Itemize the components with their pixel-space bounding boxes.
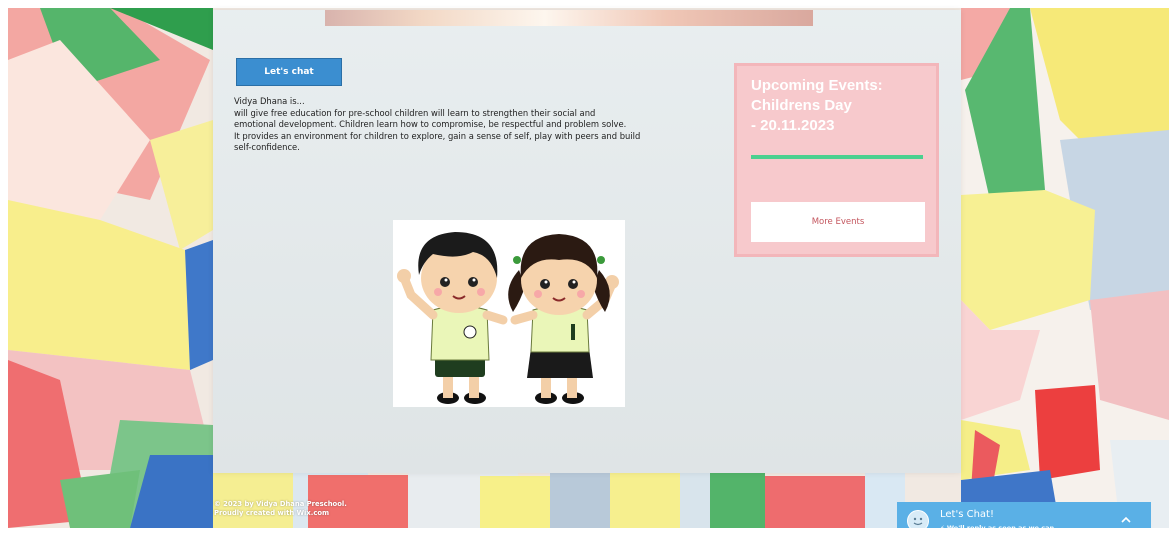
- hero-image-strip: [325, 10, 813, 26]
- footer-wix-credit[interactable]: Proudly created with Wix.com: [214, 509, 347, 518]
- screenshot-border-bottom: [0, 528, 1169, 540]
- content-panel: Let's chat Vidya Dhana is... will give f…: [213, 10, 961, 473]
- screenshot-border-left: [0, 0, 8, 540]
- upcoming-events-box: Upcoming Events: Childrens Day - 20.11.2…: [734, 63, 939, 257]
- footer-copyright: © 2023 by Vidya Dhana Preschool.: [214, 500, 347, 508]
- chevron-up-icon[interactable]: [1119, 513, 1133, 527]
- screenshot-border-top: [0, 0, 1169, 8]
- events-title-line: Childrens Day: [751, 97, 852, 114]
- events-divider: [751, 155, 923, 159]
- intro-line: emotional development. Children learn ho…: [234, 119, 627, 129]
- intro-heading: Vidya Dhana is...: [234, 96, 305, 106]
- intro-text: Vidya Dhana is... will give free educati…: [234, 96, 714, 154]
- events-title-line: - 20.11.2023: [751, 117, 835, 134]
- intro-line: self-confidence.: [234, 142, 300, 152]
- kids-illustration: [393, 220, 625, 407]
- lets-chat-button[interactable]: Let's chat: [236, 58, 342, 86]
- chat-widget-title: Let's Chat!: [940, 509, 994, 520]
- intro-line: It provides an environment for children …: [234, 130, 641, 141]
- events-title: Upcoming Events: Childrens Day - 20.11.2…: [751, 76, 931, 136]
- more-events-button[interactable]: More Events: [751, 202, 925, 242]
- intro-line: will give free education for pre-school …: [234, 107, 596, 118]
- site-footer: © 2023 by Vidya Dhana Preschool. Proudly…: [214, 500, 347, 518]
- two-cartoon-schoolchildren-icon: [397, 232, 619, 404]
- events-title-line: Upcoming Events:: [751, 77, 883, 94]
